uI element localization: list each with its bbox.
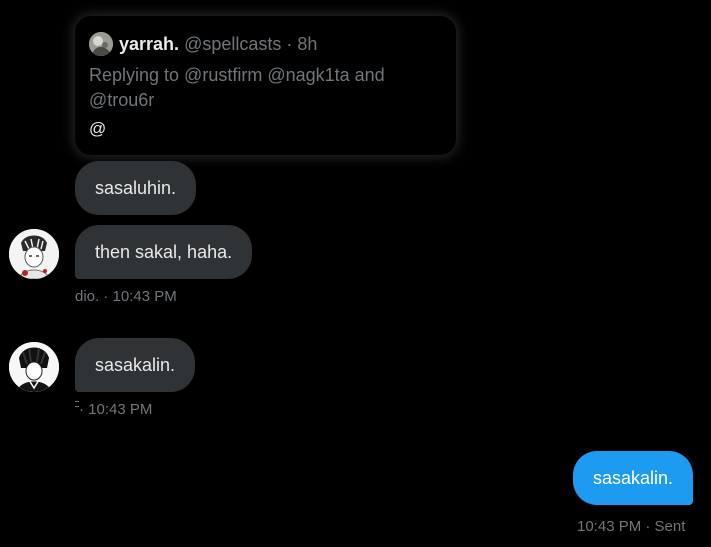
quoted-tweet-name[interactable]: yarrah.: [119, 34, 179, 54]
quoted-tweet-card[interactable]: yarrah. @spellcasts · 8h Replying to @ru…: [75, 16, 456, 155]
quoted-tweet-replying-to: Replying to @rustfirm @nagk1ta and @trou…: [89, 65, 385, 110]
message-meta: dio. · 10:43 PM: [75, 288, 177, 305]
quoted-tweet-separator: ·: [286, 34, 293, 54]
message-bubble-received[interactable]: then sakal, haha.: [75, 225, 253, 279]
quoted-tweet-handle[interactable]: @spellcasts: [184, 34, 281, 54]
quoted-tweet-avatar: [89, 32, 113, 56]
message-bubble-received[interactable]: sasaluhin.: [75, 161, 197, 215]
message-meta-sent: 10:43 PM · Sent: [577, 518, 686, 535]
quoted-tweet-header: yarrah. @spellcasts · 8h: [119, 33, 317, 55]
message-bubble-received[interactable]: sasakalin.: [75, 338, 196, 392]
sender-avatar[interactable]: [9, 342, 59, 392]
message-meta: · 10:43 PM: [75, 401, 152, 418]
quoted-tweet-time: 8h: [297, 34, 318, 54]
message-bubble-sent[interactable]: sasakalin.: [573, 451, 694, 505]
quoted-tweet-body: @: [89, 119, 107, 138]
sender-avatar[interactable]: [9, 229, 59, 279]
message-meta-text: · 10:43 PM: [79, 401, 153, 418]
